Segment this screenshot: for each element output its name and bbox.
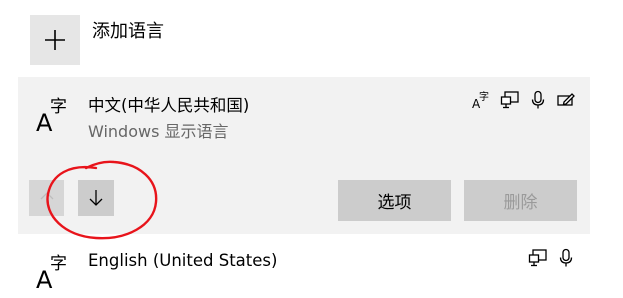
options-button[interactable]: 选项 — [338, 180, 451, 221]
display-icon — [500, 90, 520, 110]
language-name: English (United States) — [88, 251, 278, 270]
plus-icon — [45, 30, 65, 50]
language-pack-icon: A 字 — [472, 90, 492, 110]
move-up-button[interactable] — [29, 180, 64, 216]
add-language-button[interactable] — [30, 15, 80, 65]
language-name: 中文(中华人民共和国) — [88, 96, 250, 115]
add-language-label[interactable]: 添加语言 — [92, 17, 164, 43]
arrow-down-icon — [89, 190, 103, 206]
display-icon — [528, 248, 548, 268]
microphone-icon — [528, 90, 548, 110]
arrow-up-icon — [40, 192, 54, 200]
svg-text:字: 字 — [479, 90, 489, 103]
handwriting-icon — [556, 90, 576, 110]
language-icon: A 字 — [34, 254, 74, 294]
language-icon-character: 字 — [50, 254, 67, 274]
language-icon-character: 字 — [50, 97, 67, 117]
move-down-button[interactable] — [78, 180, 114, 216]
remove-button[interactable]: 删除 — [464, 180, 577, 221]
language-subtitle: Windows 显示语言 — [88, 122, 229, 141]
microphone-icon — [556, 248, 576, 268]
language-icon: A 字 — [34, 97, 74, 137]
